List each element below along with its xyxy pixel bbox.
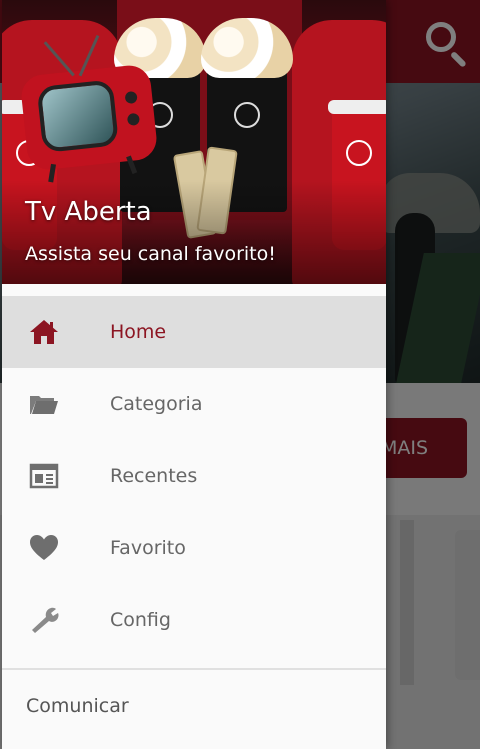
home-icon [28, 318, 60, 346]
menu-item-recentes[interactable]: Recentes [2, 440, 386, 512]
menu-item-config[interactable]: Config [2, 584, 386, 656]
menu-label-categoria: Categoria [110, 393, 203, 415]
menu-item-home[interactable]: Home [2, 296, 386, 368]
drawer-menu: Home Categoria Recentes Favorito Config [2, 296, 386, 656]
menu-label-favorito: Favorito [110, 537, 186, 559]
menu-label-home: Home [110, 321, 167, 343]
navigation-drawer: Tv Aberta Assista seu canal favorito! Ho… [2, 0, 386, 749]
drawer-subtitle: Assista seu canal favorito! [25, 243, 276, 265]
wrench-icon [28, 606, 60, 634]
tv-icon [19, 34, 159, 183]
drawer-header-image: Tv Aberta Assista seu canal favorito! [2, 0, 386, 284]
menu-item-favorito[interactable]: Favorito [2, 512, 386, 584]
drawer-title: Tv Aberta [25, 197, 152, 227]
recent-calendar-icon [28, 462, 60, 490]
menu-label-config: Config [110, 609, 171, 631]
drawer-divider [2, 668, 386, 670]
heart-icon [28, 534, 60, 562]
section-label-comunicar: Comunicar [26, 695, 129, 717]
menu-item-categoria[interactable]: Categoria [2, 368, 386, 440]
folder-icon [28, 390, 60, 418]
menu-label-recentes: Recentes [110, 465, 198, 487]
